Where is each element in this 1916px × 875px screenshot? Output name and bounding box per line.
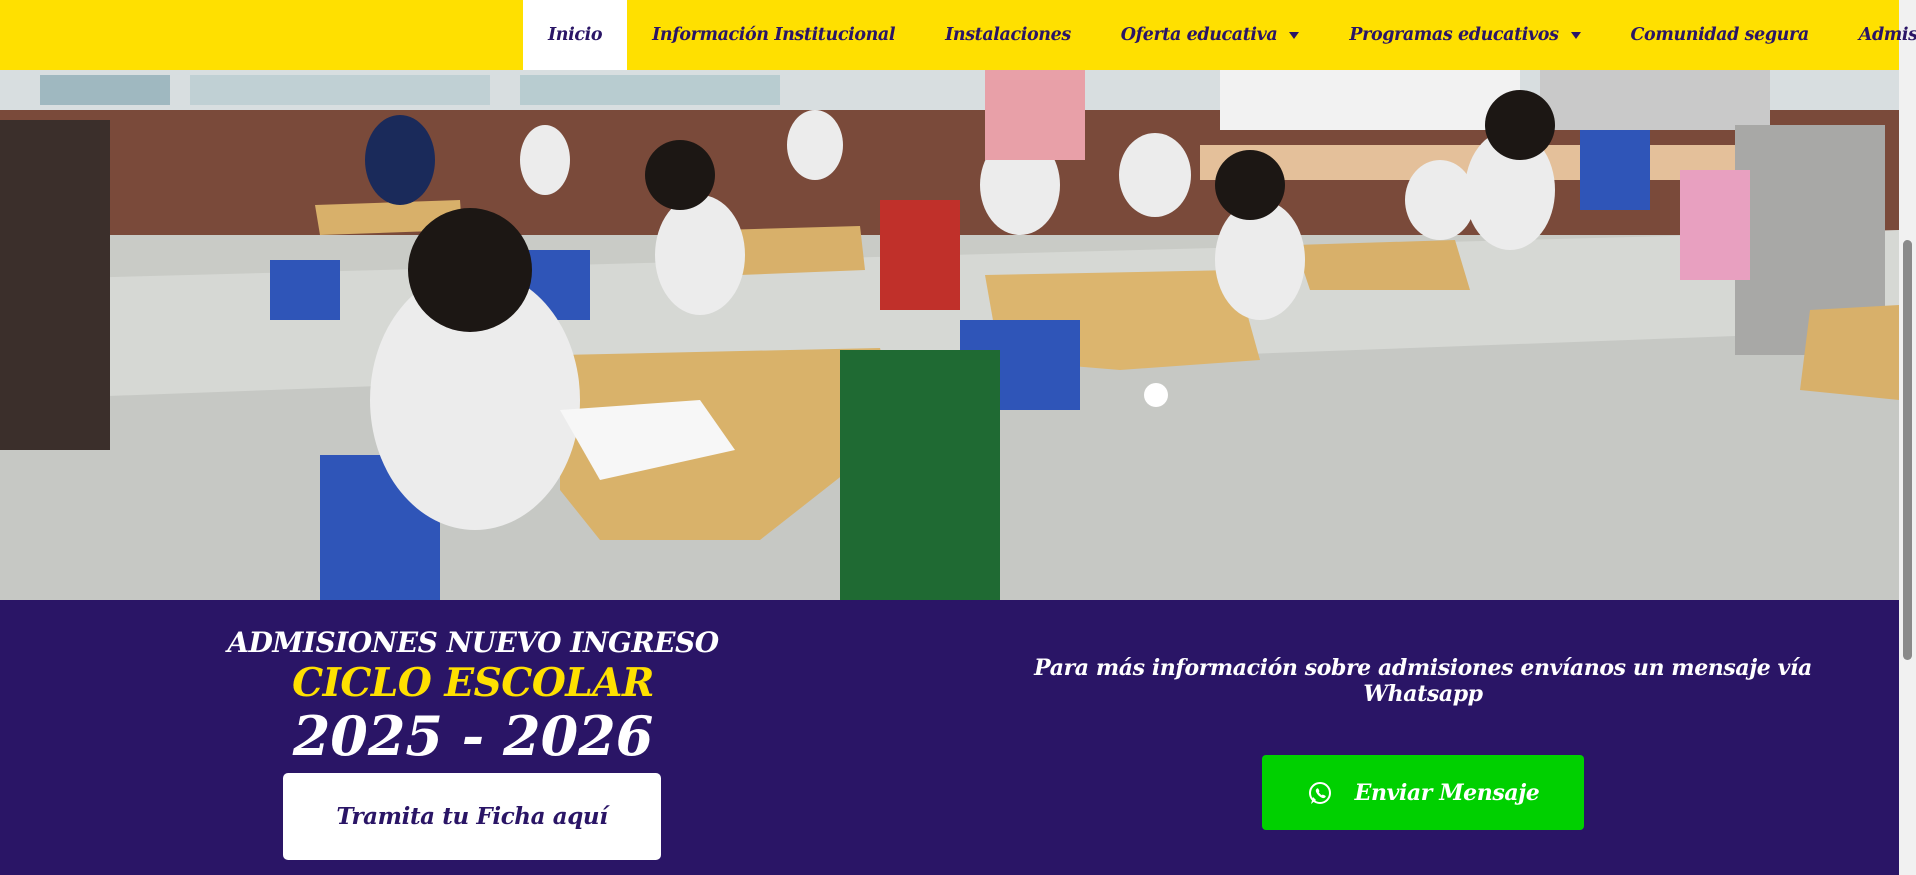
nav-item-label: Información Institucional — [652, 25, 896, 45]
whatsapp-info-text: Para más información sobre admisiones en… — [1034, 655, 1812, 707]
admissions-heading: ADMISIONES NUEVO INGRESO — [227, 626, 719, 659]
send-whatsapp-button[interactable]: Enviar Mensaje — [1262, 755, 1584, 830]
slider-dot[interactable] — [1144, 383, 1168, 407]
school-year-heading: 2025 - 2026 — [292, 704, 654, 768]
nav-item-label: Programas educativos — [1349, 25, 1559, 45]
nav-item-oferta-educativa[interactable]: Oferta educativa — [1096, 0, 1325, 70]
tramita-ficha-button[interactable]: Tramita tu Ficha aquí — [283, 773, 661, 860]
nav-item-label: Inicio — [548, 25, 603, 45]
nav-item-label: Instalaciones — [945, 25, 1071, 45]
caret-down-icon — [1289, 31, 1300, 39]
school-cycle-heading: CICLO ESCOLAR — [292, 660, 654, 706]
send-whatsapp-label: Enviar Mensaje — [1354, 779, 1540, 806]
top-navbar: Inicio Información Institucional Instala… — [0, 0, 1916, 70]
hero-slider — [0, 70, 1899, 600]
caret-down-icon — [1570, 31, 1581, 39]
nav-item-informacion-institucional[interactable]: Información Institucional — [627, 0, 920, 70]
nav-item-label: Admisiones — [1858, 25, 1916, 45]
nav-item-programas-educativos[interactable]: Programas educativos — [1324, 0, 1605, 70]
nav-item-inicio[interactable]: Inicio — [523, 0, 628, 70]
nav-item-admisiones[interactable]: Admisiones — [1834, 0, 1916, 70]
nav-menu: Inicio Información Institucional Instala… — [523, 0, 1916, 70]
page-scrollbar[interactable] — [1899, 0, 1916, 875]
admissions-band: ADMISIONES NUEVO INGRESO CICLO ESCOLAR 2… — [0, 600, 1899, 875]
scrollbar-thumb[interactable] — [1903, 240, 1912, 660]
nav-item-comunidad-segura[interactable]: Comunidad segura — [1606, 0, 1834, 70]
nav-item-instalaciones[interactable]: Instalaciones — [920, 0, 1096, 70]
whatsapp-icon — [1308, 781, 1331, 804]
nav-item-label: Comunidad segura — [1630, 25, 1810, 45]
classroom-photo — [0, 70, 1899, 600]
nav-item-label: Oferta educativa — [1120, 25, 1278, 45]
